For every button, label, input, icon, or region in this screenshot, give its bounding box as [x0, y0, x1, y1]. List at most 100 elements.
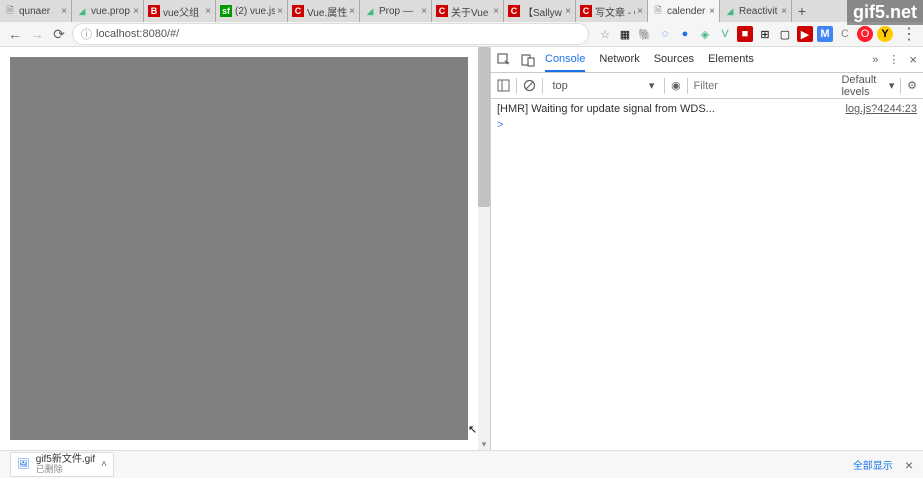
address-bar: ← → ⟳ ⓘ localhost:8080/#/ ☆ ▦ 🐘 ◌ ● ◈ V … — [0, 22, 923, 47]
filter-input[interactable] — [693, 80, 835, 92]
browser-tab[interactable]: sf(2) vue.js× — [216, 0, 288, 22]
close-icon[interactable]: × — [61, 6, 67, 17]
close-icon[interactable]: × — [565, 6, 571, 17]
close-icon[interactable]: × — [349, 6, 355, 17]
ext-icon[interactable]: ◈ — [697, 26, 713, 42]
scrollbar-vertical[interactable]: ▾ — [478, 47, 490, 450]
download-item[interactable]: 🖼 gif5新文件.gif 已删除 ˄ — [10, 452, 114, 477]
csdn-icon: B — [148, 5, 160, 17]
watermark: gif5.net — [847, 0, 923, 25]
close-icon[interactable]: × — [637, 6, 643, 17]
chevron-down-icon: ▾ — [889, 79, 895, 92]
ext-icon[interactable]: C — [837, 26, 853, 42]
vue-icon: ◢ — [364, 5, 376, 17]
separator — [900, 78, 901, 94]
browser-tab[interactable]: ◢Reactivit× — [720, 0, 792, 22]
youtube-icon[interactable]: ▶ — [797, 26, 813, 42]
tab-network[interactable]: Network — [599, 48, 639, 72]
ext-icon[interactable]: ⊞ — [757, 26, 773, 42]
close-icon[interactable]: × — [709, 6, 715, 17]
console-source-link[interactable]: log.js?4244:23 — [845, 103, 917, 115]
eye-icon[interactable]: ◉ — [671, 79, 681, 92]
tab-title: vue.prop — [91, 6, 131, 17]
more-tabs-icon[interactable]: » — [872, 54, 878, 66]
ext-icon[interactable]: ◌ — [657, 26, 673, 42]
show-all-link[interactable]: 全部显示 — [853, 457, 893, 472]
evernote-icon[interactable]: 🐘 — [637, 26, 653, 42]
page-viewport: ↖ — [0, 47, 478, 450]
csdn-icon: C — [508, 5, 520, 17]
browser-tab[interactable]: CVue.属性× — [288, 0, 360, 22]
page-icon: 🗎 — [652, 5, 664, 17]
browser-tab-active[interactable]: 🗎calender× — [648, 0, 720, 22]
browser-tab[interactable]: C写文章 - C× — [576, 0, 648, 22]
device-icon[interactable] — [521, 53, 535, 67]
close-icon[interactable]: × — [781, 6, 787, 17]
close-icon[interactable]: × — [205, 6, 211, 17]
browser-tab[interactable]: Bvue父组× — [144, 0, 216, 22]
star-icon[interactable]: ☆ — [597, 26, 613, 42]
chevron-up-icon[interactable]: ˄ — [101, 459, 107, 470]
tab-title: (2) vue.js — [235, 6, 275, 17]
csdn-icon: C — [292, 5, 304, 17]
tab-console[interactable]: Console — [545, 48, 585, 72]
ext-icon[interactable]: ● — [677, 26, 693, 42]
csdn-icon: C — [436, 5, 448, 17]
sf-icon: sf — [220, 5, 232, 17]
tab-title: 关于Vue — [451, 4, 491, 19]
ext-icon[interactable]: ▦ — [617, 26, 633, 42]
vue-devtools-icon[interactable]: V — [717, 26, 733, 42]
tab-title: Vue.属性 — [307, 4, 347, 19]
console-log-line: [HMR] Waiting for update signal from WDS… — [497, 103, 917, 115]
browser-tab[interactable]: C【Sallyw× — [504, 0, 576, 22]
close-icon[interactable]: × — [133, 6, 139, 17]
cursor-icon: ↖ — [468, 423, 477, 436]
separator — [687, 78, 688, 94]
close-icon[interactable]: × — [905, 457, 913, 473]
tab-sources[interactable]: Sources — [654, 48, 694, 72]
new-tab-button[interactable]: + — [792, 0, 812, 22]
ext-icon[interactable]: M — [817, 26, 833, 42]
clear-icon[interactable] — [523, 79, 536, 92]
opera-icon[interactable]: O — [857, 26, 873, 42]
scrollbar-thumb[interactable] — [478, 47, 490, 207]
ext-icon[interactable]: ▢ — [777, 26, 793, 42]
page-gray-box — [10, 57, 468, 440]
context-select[interactable]: top▾ — [548, 77, 658, 94]
close-icon[interactable]: × — [421, 6, 427, 17]
browser-tab[interactable]: ◢vue.prop× — [72, 0, 144, 22]
menu-button[interactable]: ⋮ — [901, 24, 917, 44]
tab-elements[interactable]: Elements — [708, 48, 754, 72]
chevron-down-icon: ▾ — [649, 79, 655, 92]
browser-tab[interactable]: 🗎qunaer× — [0, 0, 72, 22]
extension-icons: ☆ ▦ 🐘 ◌ ● ◈ V ■ ⊞ ▢ ▶ M C O Y ⋮ — [597, 24, 917, 44]
browser-tab[interactable]: C关于Vue× — [432, 0, 504, 22]
vue-icon: ◢ — [76, 5, 88, 17]
gear-icon[interactable]: ⚙ — [907, 79, 917, 92]
browser-tab[interactable]: ◢Prop —× — [360, 0, 432, 22]
csdn-icon: C — [580, 5, 592, 17]
reload-button[interactable]: ⟳ — [50, 25, 68, 43]
back-button[interactable]: ← — [6, 25, 24, 43]
url-input[interactable]: ⓘ localhost:8080/#/ — [72, 23, 589, 45]
kebab-icon[interactable]: ⋮ — [888, 53, 899, 66]
vue-icon: ◢ — [724, 5, 736, 17]
tab-title: Reactivit — [739, 6, 779, 17]
close-icon[interactable]: × — [909, 52, 917, 67]
scrollbar-down-icon[interactable]: ▾ — [478, 438, 490, 450]
forward-button[interactable]: → — [28, 25, 46, 43]
yandex-icon[interactable]: Y — [877, 26, 893, 42]
inspect-icon[interactable] — [497, 53, 511, 67]
levels-select[interactable]: Default levels ▾ — [841, 74, 894, 98]
close-icon[interactable]: × — [277, 6, 283, 17]
download-status: 已删除 — [36, 465, 95, 474]
image-icon: 🖼 — [17, 459, 30, 470]
url-text: localhost:8080/#/ — [96, 28, 179, 40]
tab-title: 写文章 - C — [595, 4, 635, 19]
sidebar-toggle-icon[interactable] — [497, 79, 510, 92]
close-icon[interactable]: × — [493, 6, 499, 17]
separator — [516, 78, 517, 94]
ext-icon[interactable]: ■ — [737, 26, 753, 42]
tab-title: qunaer — [19, 6, 59, 17]
console-prompt[interactable]: > — [497, 119, 917, 131]
